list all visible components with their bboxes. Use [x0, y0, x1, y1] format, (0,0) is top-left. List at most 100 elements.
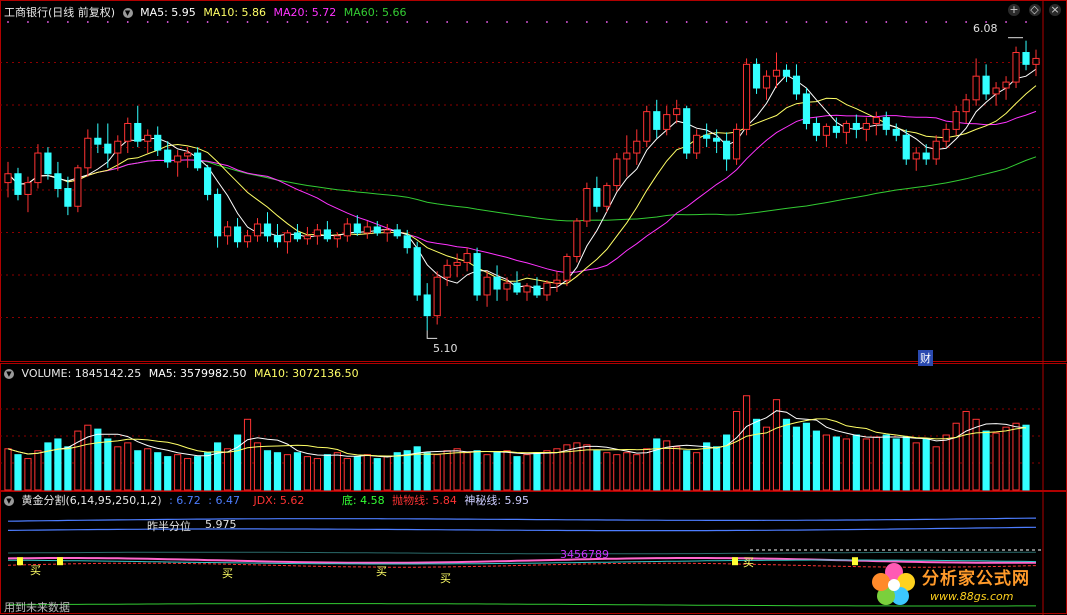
candle-body: [862, 122, 870, 130]
volume-bar: [673, 446, 681, 491]
volume-bar: [24, 458, 32, 491]
candle-body: [802, 93, 811, 124]
indicator-smx: 神秘线: 5.95: [464, 494, 530, 507]
stock-title[interactable]: 工商银行(日线 前复权): [4, 6, 115, 19]
sequence-count: 3456789: [560, 548, 609, 561]
candle-body: [443, 264, 451, 278]
volume-bar: [553, 448, 561, 491]
volume-bar: [14, 454, 22, 491]
dropdown-icon[interactable]: ▼: [4, 369, 14, 379]
candle-body: [882, 117, 890, 130]
future-data-warning: 用到未来数据: [4, 601, 70, 614]
event-dot: [745, 21, 748, 23]
ma60-line: [7, 156, 1037, 222]
candle-body: [1012, 52, 1020, 83]
candle-body: [403, 235, 411, 249]
candle-body: [283, 232, 292, 243]
volume-bar: [313, 458, 321, 491]
volume-bar: [543, 450, 551, 491]
candle-body: [613, 158, 621, 187]
candle-body: [732, 128, 741, 160]
volume-bar: [34, 450, 42, 491]
high-price-label: 6.08: [973, 22, 998, 35]
indicator-jdx: JDX: 5.62: [253, 494, 305, 507]
event-dot: [446, 21, 449, 23]
volume-bar: [134, 450, 142, 491]
candle-body: [563, 256, 571, 281]
buy-signal: 买: [440, 572, 451, 585]
volume-bar: [693, 452, 701, 491]
candle-body: [74, 167, 82, 207]
candle-body: [4, 173, 12, 184]
volume-bar: [363, 454, 371, 491]
candle-body: [323, 229, 331, 240]
volume-bar: [174, 454, 182, 491]
event-dot: [685, 21, 688, 23]
candle-body: [363, 226, 371, 234]
add-icon[interactable]: +: [1008, 4, 1020, 16]
volume-bar: [782, 418, 791, 491]
candle-body: [54, 173, 62, 190]
candle-body: [174, 155, 182, 163]
event-dot: [925, 21, 928, 23]
volume-bar: [333, 452, 341, 491]
candle-body: [223, 226, 232, 237]
restore-icon[interactable]: ◇: [1028, 4, 1041, 16]
event-dot: [765, 21, 768, 23]
buy-signal: 买: [222, 567, 233, 580]
finance-badge[interactable]: 财: [918, 350, 933, 366]
volume-bar: [802, 422, 811, 491]
volume-bar: [273, 452, 282, 491]
candle-body: [533, 285, 541, 296]
candle-body: [932, 140, 940, 160]
low-price-label: 5.10: [433, 342, 458, 355]
volume-bar: [323, 454, 331, 491]
event-dot: [66, 21, 69, 23]
event-dot: [625, 21, 628, 23]
volume-bar: [303, 456, 312, 491]
candle-body: [1002, 81, 1010, 89]
event-dot: [526, 21, 528, 23]
event-dot: [965, 21, 968, 23]
candle-body: [84, 137, 92, 169]
candle-body: [343, 223, 351, 237]
volume-bar: [253, 442, 262, 491]
volume-bar: [194, 456, 202, 491]
event-dot: [126, 21, 129, 23]
candle-body: [643, 111, 651, 142]
buy-signal: 买: [376, 565, 387, 578]
indicator-title: 黄金分割(6,14,95,250,1,2): [21, 494, 162, 507]
volume-bar: [263, 450, 272, 491]
candle-body: [253, 223, 262, 237]
volume-bar: [732, 410, 741, 491]
volume-bar: [842, 438, 850, 491]
volume-bar: [383, 456, 391, 491]
event-dot: [326, 21, 329, 23]
volume-ma10: MA10: 3072136.50: [253, 367, 359, 380]
candle-body: [243, 235, 252, 243]
candle-body: [962, 99, 970, 113]
candle-body: [1022, 52, 1030, 65]
half-percentile-label: 昨半分位: [147, 520, 191, 533]
volume-bar: [992, 432, 1000, 491]
indicator-v1: : 6.72: [169, 494, 201, 507]
logo-url: www.88gs.com: [930, 590, 1014, 603]
volume-bar: [872, 436, 880, 491]
volume-bar: [703, 442, 711, 491]
dropdown-icon[interactable]: ▼: [4, 496, 14, 506]
ma60-value: MA60: 5.66: [343, 6, 407, 19]
close-icon[interactable]: ×: [1049, 4, 1061, 16]
volume-bar: [433, 454, 441, 491]
volume-bar: [902, 436, 910, 491]
candle-body: [194, 152, 202, 169]
candle-body: [423, 294, 431, 317]
volume-bar: [962, 410, 970, 491]
candle-body: [942, 128, 950, 142]
candle-body: [633, 140, 641, 154]
event-dot: [366, 21, 369, 23]
candle-body: [433, 276, 441, 317]
candle-body: [383, 229, 391, 234]
dropdown-icon[interactable]: ▼: [122, 8, 133, 18]
event-dot: [1005, 21, 1007, 23]
candle-body: [693, 134, 701, 154]
